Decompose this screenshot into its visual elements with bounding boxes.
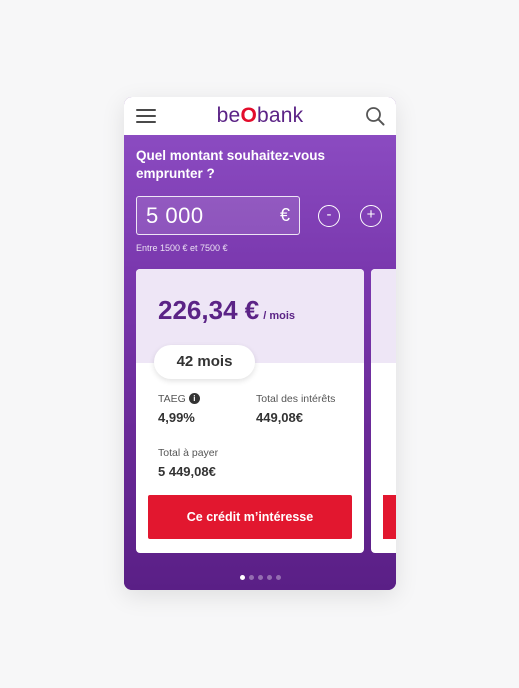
search-icon[interactable] <box>365 106 385 126</box>
monthly-amount: 226,34 € <box>158 295 260 325</box>
carousel-dot[interactable] <box>266 575 272 580</box>
mobile-screen: beObank Quel montant souhaitez-vous empr… <box>124 97 396 590</box>
duration-pill[interactable]: 42 mois <box>154 345 255 379</box>
total-label: Total à payer <box>158 447 219 459</box>
total-value: 5 449,08€ <box>158 464 216 479</box>
taeg-label: TAEG i <box>158 393 200 405</box>
beobank-logo[interactable]: beObank <box>124 104 396 128</box>
increase-amount-button[interactable]: + <box>360 205 382 227</box>
decrease-amount-button[interactable]: - <box>318 205 340 227</box>
monthly-payment: 226,34 € / mois <box>158 295 295 326</box>
monthly-unit: / mois <box>263 310 296 322</box>
interest-cta-button[interactable]: Ce crédit m’intéresse <box>148 495 352 539</box>
amount-range-hint: Entre 1500 € et 7500 € <box>136 243 228 253</box>
interest-value: 449,08€ <box>256 410 303 425</box>
taeg-value: 4,99% <box>158 410 195 425</box>
carousel-dot[interactable] <box>275 575 281 580</box>
top-navigation-bar: beObank <box>124 97 396 135</box>
carousel-dot[interactable] <box>257 575 263 580</box>
loan-simulator: Quel montant souhaitez-vous emprunter ? … <box>124 135 396 590</box>
loan-offer-card[interactable]: 226,34 € / mois 42 mois TAEG i 4,99% Total… <box>136 269 364 553</box>
info-icon[interactable]: i <box>188 393 200 404</box>
amount-value: 5 000 <box>146 203 204 228</box>
loan-question: Quel montant souhaitez-vous emprunter ? <box>136 148 326 181</box>
amount-input[interactable]: 5 000 € <box>136 196 300 235</box>
carousel-dot[interactable] <box>248 575 254 580</box>
currency-symbol: € <box>279 205 290 225</box>
carousel-dot[interactable] <box>239 575 245 580</box>
next-offer-card-peek[interactable] <box>371 269 396 553</box>
carousel-dots <box>124 567 396 585</box>
interest-label: Total des intérêts <box>256 393 336 405</box>
